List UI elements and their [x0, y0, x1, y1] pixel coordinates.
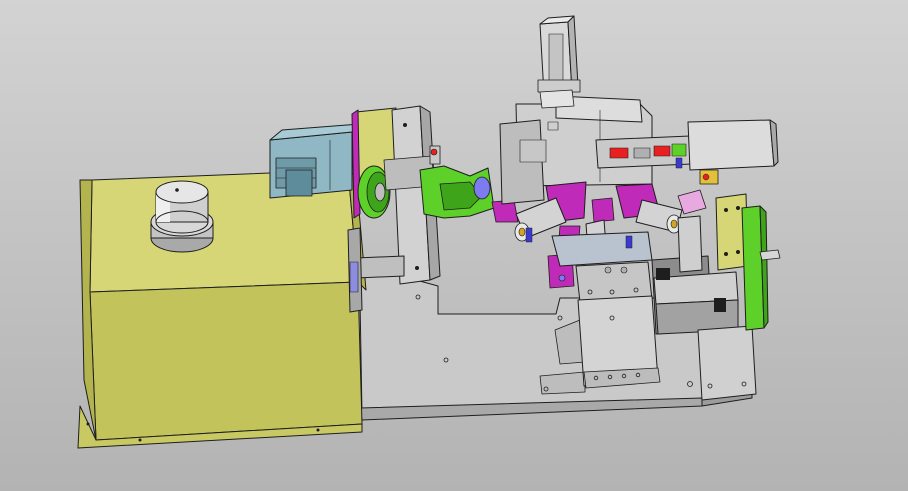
- machine-assembly-drawing: [77, 15, 781, 449]
- cylinder-spool: [150, 180, 214, 253]
- yellow-enclosure: [77, 169, 367, 449]
- servo-motor: [269, 123, 361, 199]
- vertical-cylinder: [537, 15, 581, 95]
- cad-viewport[interactable]: [0, 0, 908, 491]
